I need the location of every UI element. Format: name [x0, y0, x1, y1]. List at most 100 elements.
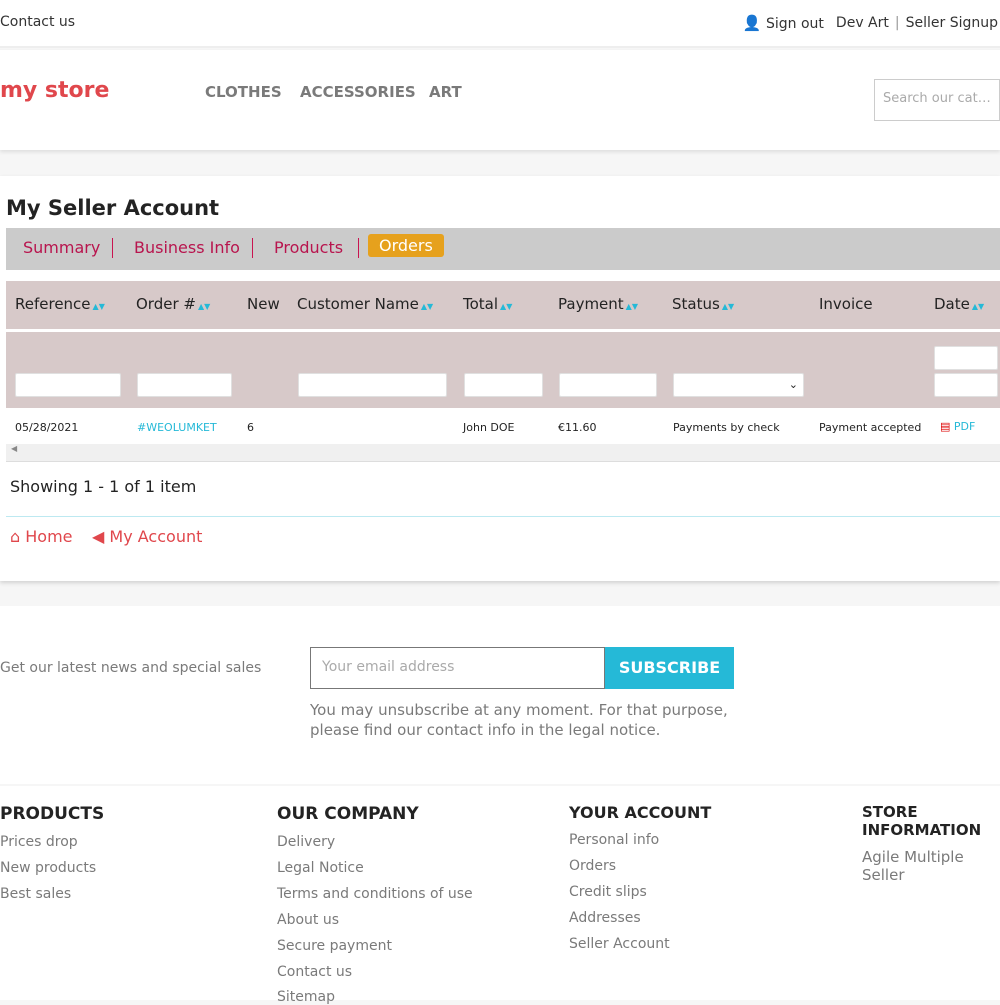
footer-link[interactable]: Addresses [569, 910, 641, 926]
store-info-text: Agile Multiple Seller [862, 848, 964, 884]
footer-link[interactable]: Terms and conditions of use [277, 886, 473, 902]
invoice-label: PDF [953, 420, 976, 433]
contact-us-link[interactable]: Contact us [0, 14, 75, 30]
col-status[interactable]: Status ▲▼ [672, 295, 734, 313]
footer-store-title: STORE INFORMATION [862, 803, 982, 839]
col-total[interactable]: Total ▲▼ [463, 295, 512, 313]
cell-order-link[interactable]: #WEOLUMKET [137, 421, 217, 434]
footer-link[interactable]: Delivery [277, 834, 335, 850]
footer-link[interactable]: Contact us [277, 964, 352, 980]
footer-link[interactable]: Sitemap [277, 989, 335, 1005]
filter-order[interactable] [137, 373, 232, 397]
col-label: Customer Name [297, 295, 419, 313]
filter-date-from[interactable] [934, 346, 998, 370]
home-link[interactable]: ⌂ Home [10, 527, 73, 546]
col-date[interactable]: Date ▲▼ [934, 295, 984, 313]
table-header: Reference ▲▼ Order # ▲▼ New Customer Name ▲… [6, 281, 1000, 329]
cell-status: Payment accepted [819, 421, 922, 434]
footer-link[interactable]: New products [0, 860, 96, 876]
tab-business-info[interactable]: Business Info [134, 238, 240, 257]
divider [6, 516, 1000, 517]
pagination-summary: Showing 1 - 1 of 1 item [10, 477, 197, 496]
sort-icon[interactable]: ▲▼ [500, 302, 512, 311]
footer-account-title: YOUR ACCOUNT [569, 803, 712, 822]
sort-icon[interactable]: ▲▼ [198, 302, 210, 311]
scroll-left-icon[interactable]: ◀ [11, 444, 17, 453]
search-input[interactable]: Search our catalog [874, 79, 1000, 121]
col-reference[interactable]: Reference ▲▼ [15, 295, 105, 313]
cell-new: 6 [247, 421, 254, 434]
col-label: Order # [136, 295, 196, 313]
filter-status-select[interactable]: ⌄ [673, 373, 804, 397]
store-logo[interactable]: my store [0, 78, 109, 103]
unsubscribe-note-1: You may unsubscribe at any moment. For t… [310, 701, 728, 719]
footer-products-title: PRODUCTS [0, 804, 105, 824]
filter-total[interactable] [464, 373, 543, 397]
user-icon: 👤 [742, 14, 762, 32]
footer-link[interactable]: Credit slips [569, 884, 647, 900]
table-row: 05/28/2021 #WEOLUMKET 6 John DOE €11.60 … [6, 412, 1000, 444]
seller-account-card: My Seller Account Summary Business Info … [0, 176, 1000, 581]
footer-link[interactable]: About us [277, 912, 339, 928]
tab-orders[interactable]: Orders [368, 234, 444, 257]
sign-out-link[interactable]: 👤 Sign out [743, 14, 824, 32]
seller-signup-link[interactable]: Seller Signup [906, 15, 998, 31]
footer-link[interactable]: Orders [569, 858, 616, 874]
footer-link[interactable]: Prices drop [0, 834, 78, 850]
nav-art[interactable]: ART [429, 83, 462, 101]
filter-reference[interactable] [15, 373, 121, 397]
cell-customer: John DOE [463, 421, 515, 434]
nav-accessories[interactable]: ACCESSORIES [300, 83, 416, 101]
col-label: Status [672, 295, 720, 313]
newsletter-text: Get our latest news and special sales [0, 660, 262, 676]
tabs: Summary Business Info Products Orders [6, 228, 1000, 270]
footer-link[interactable]: Personal info [569, 832, 659, 848]
col-invoice: Invoice [819, 295, 873, 313]
sort-icon[interactable]: ▲▼ [972, 302, 984, 311]
filter-payment[interactable] [559, 373, 657, 397]
subscribe-button[interactable]: SUBSCRIBE [605, 647, 734, 689]
footer-link[interactable]: Legal Notice [277, 860, 364, 876]
home-label: Home [25, 527, 73, 546]
pdf-icon: ▤ [940, 420, 951, 433]
nav-clothes[interactable]: CLOTHES [205, 83, 282, 101]
cell-reference: 05/28/2021 [15, 421, 79, 434]
tab-summary[interactable]: Summary [23, 238, 100, 257]
my-account-link[interactable]: ◀ My Account [92, 527, 202, 546]
horizontal-scrollbar[interactable]: ◀ [6, 444, 1000, 462]
sort-icon[interactable]: ▲▼ [626, 302, 638, 311]
user-name-link[interactable]: Dev Art [836, 15, 889, 31]
divider: | [894, 15, 900, 31]
footer-link[interactable]: Seller Account [569, 936, 670, 952]
col-payment[interactable]: Payment ▲▼ [558, 295, 638, 313]
unsubscribe-note-2: please find our contact info in the lega… [310, 721, 661, 739]
sort-icon[interactable]: ▲▼ [722, 302, 734, 311]
sort-icon[interactable]: ▲▼ [421, 302, 433, 311]
filter-date-to[interactable] [934, 373, 998, 397]
col-order[interactable]: Order # ▲▼ [136, 295, 210, 313]
filter-customer[interactable] [298, 373, 447, 397]
filter-row: ⌄ [6, 332, 1000, 408]
cell-payment: Payments by check [673, 421, 780, 434]
sign-out-label: Sign out [766, 16, 824, 32]
footer-link[interactable]: Secure payment [277, 938, 392, 954]
email-input[interactable]: Your email address [310, 647, 605, 689]
col-customer[interactable]: Customer Name ▲▼ [297, 295, 433, 313]
back-circle-icon: ◀ [92, 527, 105, 546]
col-label: Date [934, 295, 970, 313]
invoice-link[interactable]: ▤ PDF [940, 420, 975, 433]
user-links: 👤 Sign out Dev Art | Seller Signup [743, 14, 998, 32]
sort-icon[interactable]: ▲▼ [93, 302, 105, 311]
divider [252, 238, 253, 258]
newsletter: Get our latest news and special sales Yo… [0, 606, 1000, 784]
page-title: My Seller Account [6, 196, 220, 220]
my-account-label: My Account [109, 527, 203, 546]
footer-link[interactable]: Best sales [0, 886, 71, 902]
footer-company-title: OUR COMPANY [277, 804, 419, 824]
top-bar: Contact us 👤 Sign out Dev Art | Seller S… [0, 0, 1000, 48]
footer: PRODUCTS Prices drop New products Best s… [0, 786, 1000, 1005]
divider [358, 238, 359, 258]
tab-products[interactable]: Products [274, 238, 343, 257]
divider [112, 238, 113, 258]
col-label: Reference [15, 295, 91, 313]
